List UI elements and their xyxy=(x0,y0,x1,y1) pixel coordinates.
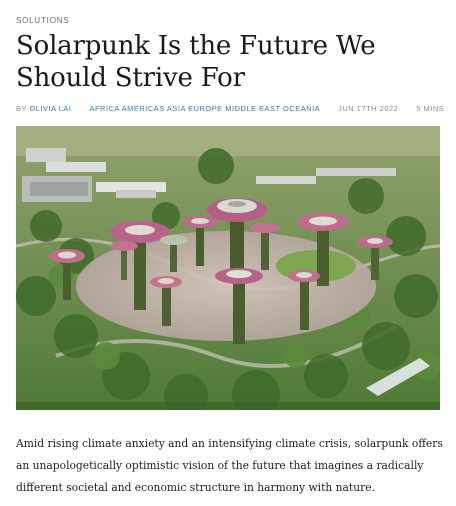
publish-date: JUN 17TH 2022 xyxy=(338,104,399,113)
regions-links[interactable]: AFRICA AMERICAS ASIA EUROPE MIDDLE EAST … xyxy=(90,104,321,113)
article-title: Solarpunk Is the Future We Should Strive… xyxy=(16,31,376,93)
byline: BY OLIVIA LAI xyxy=(16,104,72,113)
hero-image xyxy=(16,126,440,410)
read-time: 5 MINS xyxy=(416,104,445,113)
article-meta: BY OLIVIA LAI AFRICA AMERICAS ASIA EUROP… xyxy=(16,102,444,115)
article-lede: Amid rising climate anxiety and an inten… xyxy=(16,437,443,494)
category-link[interactable]: SOLUTIONS xyxy=(16,16,69,25)
byline-prefix: BY xyxy=(16,104,30,113)
author-link[interactable]: OLIVIA LAI xyxy=(29,104,71,113)
